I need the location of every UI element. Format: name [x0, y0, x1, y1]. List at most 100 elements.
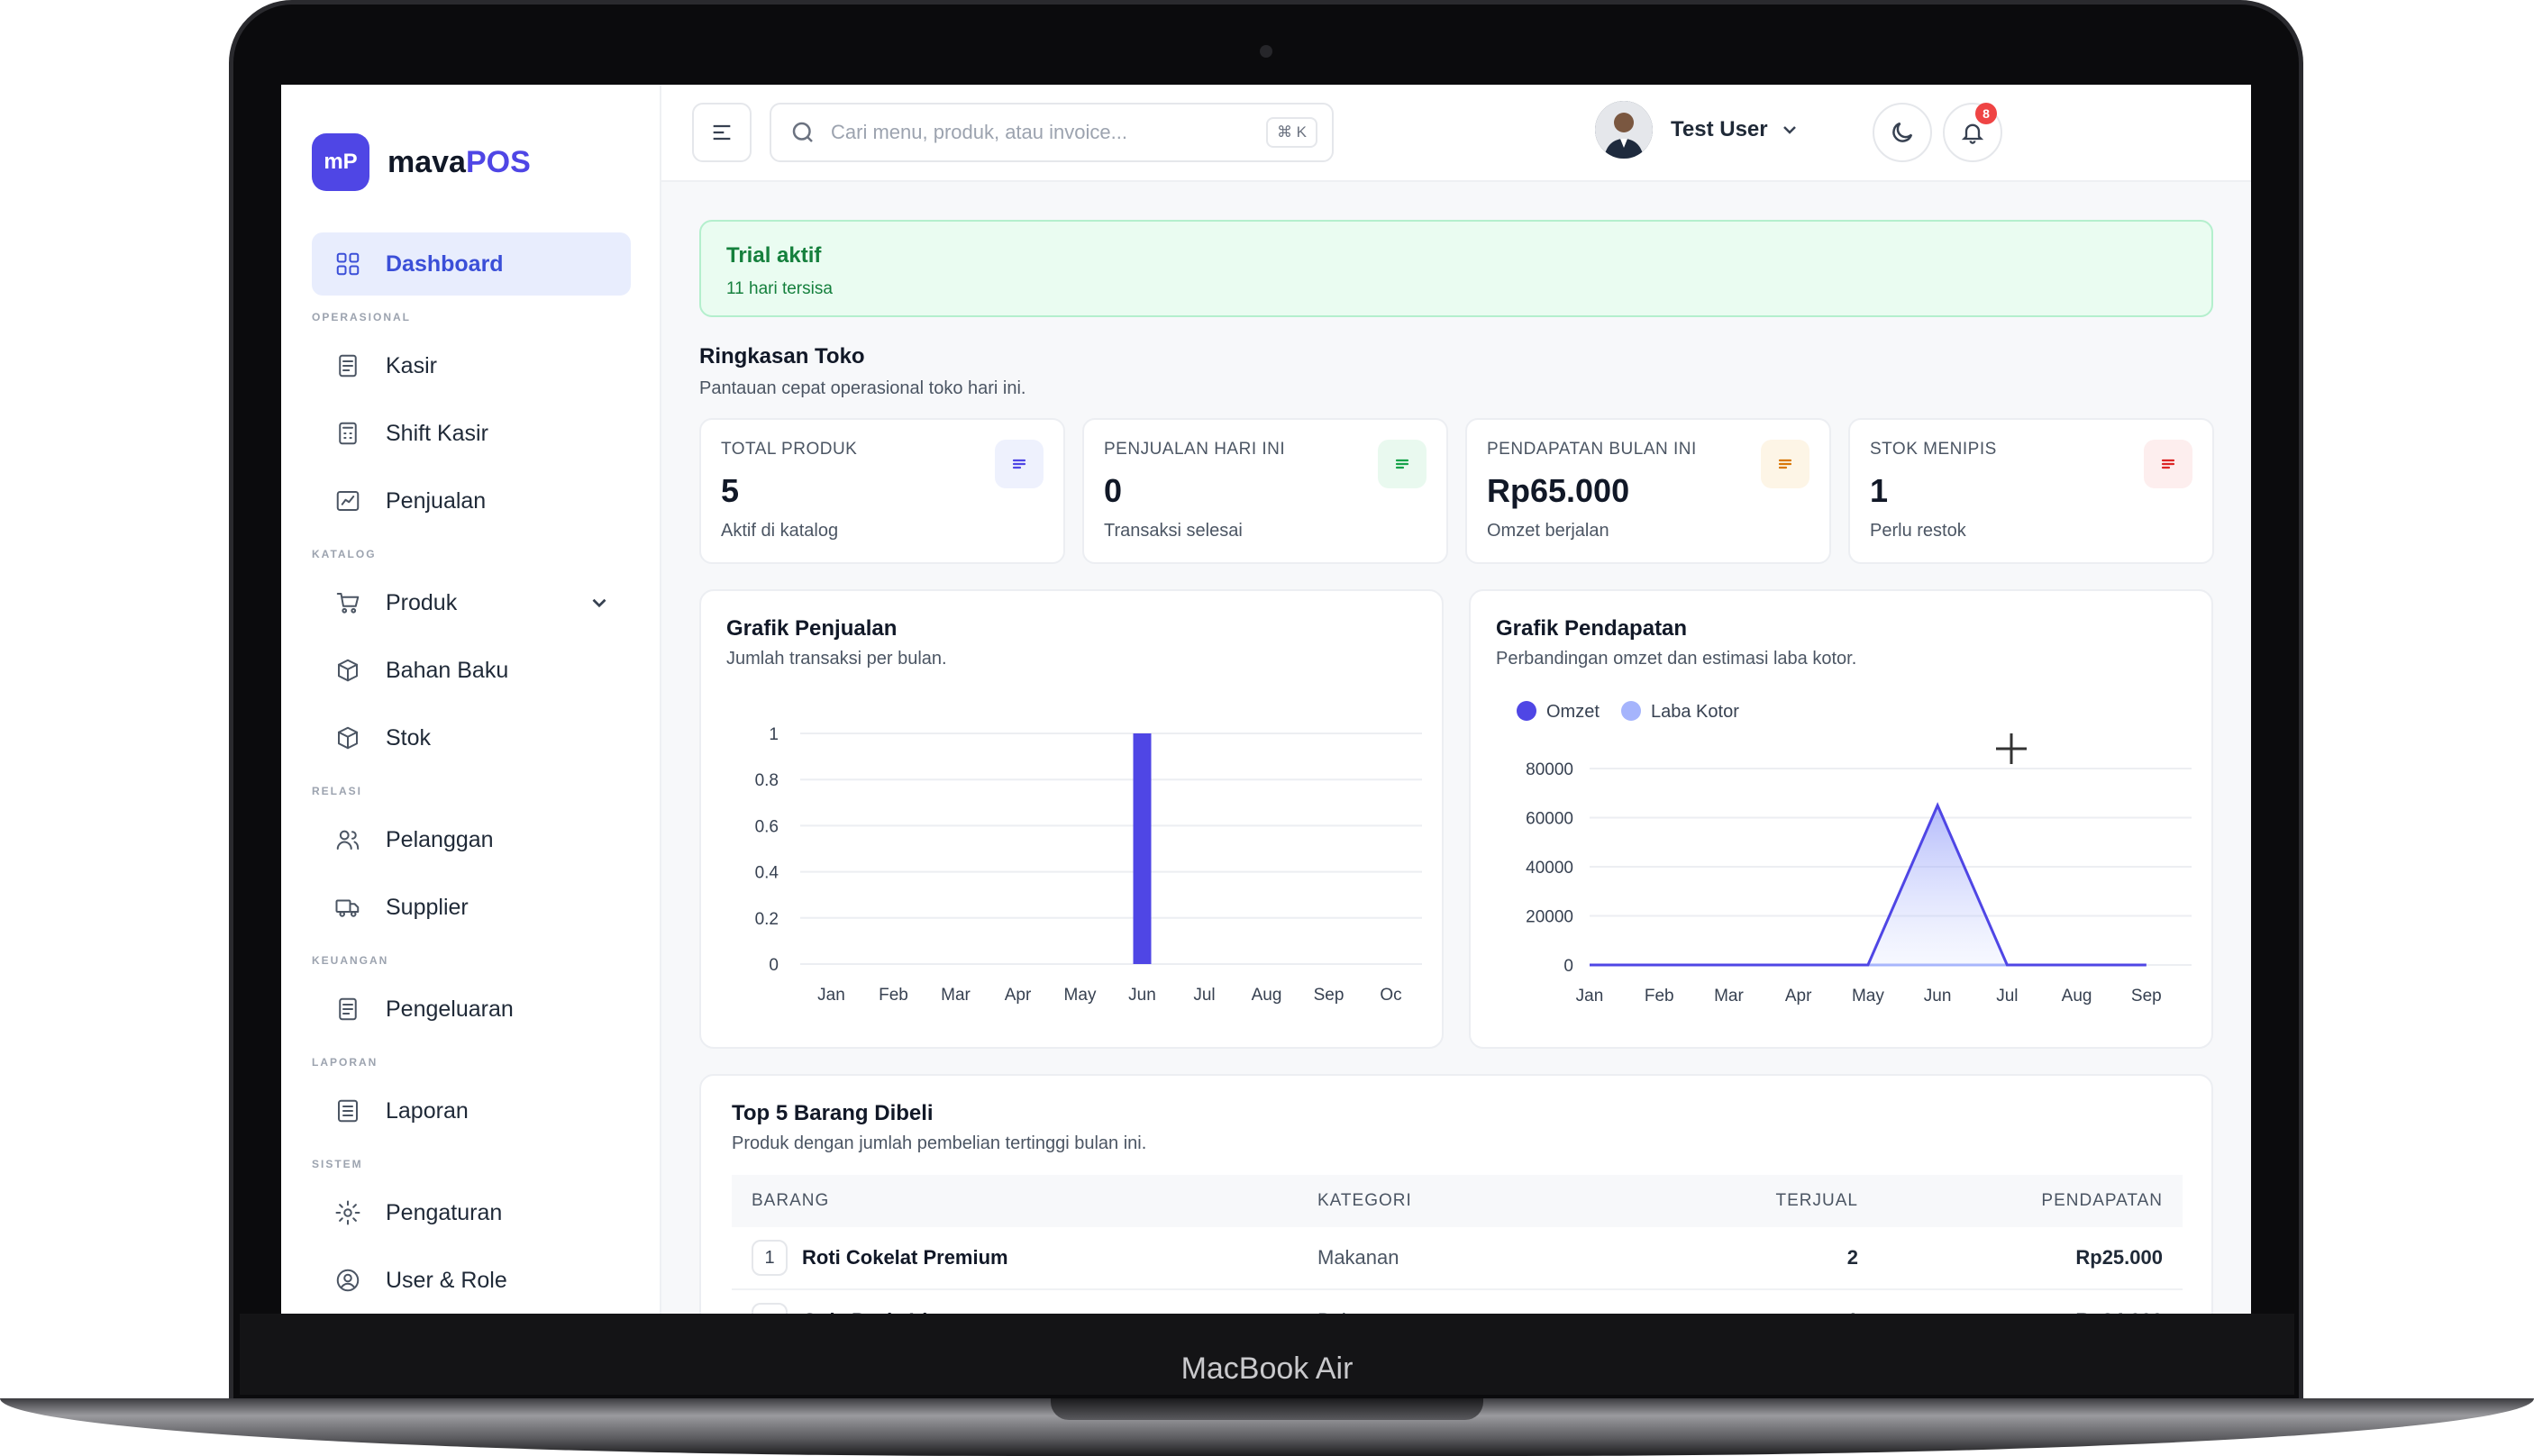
sidebar-item-pelanggan[interactable]: Pelanggan: [312, 808, 631, 871]
sales-chart: 0 0.2 0.4 0.6 0.8 1 Jan Feb Mar Apr May Jun Jul Aug Se…: [755, 725, 1422, 1005]
trial-title: Trial aktif: [726, 243, 822, 268]
nav-section-sistem: SISTEM: [312, 1158, 363, 1170]
dashboard-main: Trial aktif 11 hari tersisa Ringkasan To…: [661, 182, 2251, 1314]
notification-badge: 8: [1975, 103, 1997, 124]
sidebar-item-label: Stok: [386, 724, 432, 751]
nav-section-relasi: RELASI: [312, 785, 363, 797]
sidebar-nav: Dashboard OPERASIONAL Kasir Shift Kasir Penj…: [312, 232, 631, 1314]
sidebar-item-label: Laporan: [386, 1097, 469, 1124]
y-tick-label: 20000: [1526, 908, 1573, 927]
y-tick-label: 0.6: [755, 817, 779, 836]
chevron-down-icon[interactable]: [588, 591, 611, 614]
table-body: 1 Roti Cokelat Premium Makanan 2 Rp25.000 2 Gu…: [732, 1227, 2183, 1314]
item-cell: 1 Roti Cokelat Premium: [732, 1240, 1317, 1276]
top-items-title: Top 5 Barang Dibeli: [732, 1101, 934, 1125]
top-items-subtitle: Produk dengan jumlah pembelian tertinggi…: [732, 1133, 1147, 1153]
x-tick-label: Oc: [1380, 986, 1401, 1005]
item-revenue: Rp24.000: [1858, 1309, 2183, 1314]
revenue-chart-panel: Grafik Pendapatan Perbandingan omzet dan…: [1469, 589, 2213, 1049]
users-icon: [333, 825, 362, 854]
x-tick-label: Jan: [817, 986, 845, 1005]
stat-card-pendapatan-bulan-ini: PENDAPATAN BULAN INI Rp65.000 Omzet berjal…: [1465, 418, 1831, 564]
menu-toggle-button[interactable]: [692, 103, 752, 162]
x-tick-label: Sep: [2131, 987, 2162, 1006]
sidebar: mP mavaPOS Dashboard OPERASIONAL Kasir Shif…: [281, 85, 661, 1314]
x-tick-label: Feb: [879, 986, 908, 1005]
x-tick-label: Aug: [1252, 986, 1282, 1005]
legend-label: Omzet: [1546, 702, 1600, 722]
sidebar-item-label: Shift Kasir: [386, 420, 488, 446]
search-placeholder: Cari menu, produk, atau invoice...: [831, 121, 1127, 143]
sidebar-item-kasir[interactable]: Kasir: [312, 334, 631, 397]
table-row[interactable]: 1 Roti Cokelat Premium Makanan 2 Rp25.000: [732, 1227, 2183, 1290]
gear-icon: [333, 1198, 362, 1227]
list-icon: [1761, 440, 1809, 488]
x-tick-label: May: [1064, 986, 1097, 1005]
legend-dot: [1621, 701, 1641, 721]
item-cell: 2 Gula Pasir 1 kg: [732, 1303, 1317, 1314]
x-tick-label: May: [1852, 987, 1884, 1006]
avatar: [1595, 101, 1653, 159]
sidebar-item-label: Pengaturan: [386, 1199, 503, 1225]
sidebar-item-supplier[interactable]: Supplier: [312, 876, 631, 939]
logo-mark: mP: [312, 133, 369, 191]
item-revenue: Rp25.000: [2075, 1246, 2163, 1269]
topbar: Cari menu, produk, atau invoice... ⌘ K 8…: [661, 85, 2251, 182]
sidebar-item-dashboard[interactable]: Dashboard: [312, 232, 631, 296]
moon-icon: [1892, 122, 1913, 142]
bar[interactable]: [1133, 733, 1152, 964]
theme-toggle-button[interactable]: [1873, 103, 1932, 162]
sidebar-item-pengaturan[interactable]: Pengaturan: [312, 1181, 631, 1244]
sidebar-item-label: Pengeluaran: [386, 996, 514, 1022]
sidebar-item-stok[interactable]: Stok: [312, 706, 631, 769]
truck-icon: [333, 893, 362, 922]
table-row[interactable]: 2 Gula Pasir 1 kg Bahan1Rp24.000: [732, 1290, 2183, 1314]
x-tick-label: Aug: [2062, 987, 2092, 1006]
user-menu[interactable]: Test User: [1595, 101, 1800, 159]
sidebar-item-penjualan[interactable]: Penjualan: [312, 469, 631, 532]
trial-banner: Trial aktif 11 hari tersisa: [699, 220, 2213, 317]
rank-badge: 1: [752, 1240, 788, 1276]
x-tick-label: Sep: [1314, 986, 1344, 1005]
top-items-panel: Top 5 Barang Dibeli Produk dengan jumlah…: [699, 1074, 2213, 1314]
x-tick-label: Mar: [1714, 987, 1744, 1006]
header-terjual: TERJUAL: [1775, 1191, 1858, 1210]
trial-subtitle: 11 hari tersisa: [726, 279, 833, 298]
sidebar-item-label: Bahan Baku: [386, 657, 509, 683]
sidebar-item-produk[interactable]: Produk: [312, 571, 631, 634]
rank-badge: 2: [752, 1303, 788, 1314]
nav-section-laporan: LAPORAN: [312, 1056, 378, 1069]
x-tick-label: Jun: [1128, 986, 1156, 1005]
nav-section-katalog: KATALOG: [312, 548, 377, 560]
device-brand-label: MacBook Air: [1180, 1351, 1354, 1386]
sidebar-item-bahan-baku[interactable]: Bahan Baku: [312, 639, 631, 702]
list-icon: [2144, 440, 2192, 488]
search-bar[interactable]: Cari menu, produk, atau invoice... ⌘ K: [770, 103, 1334, 162]
sidebar-item-shift-kasir[interactable]: Shift Kasir: [312, 402, 631, 465]
x-tick-label: Jan: [1576, 987, 1604, 1006]
stat-card-stok-menipis: STOK MENIPIS 1 Perlu restok: [1848, 418, 2214, 564]
item-name: Roti Cokelat Premium: [802, 1246, 1008, 1269]
sidebar-item-laporan[interactable]: Laporan: [312, 1079, 631, 1142]
y-tick-label: 40000: [1526, 859, 1573, 878]
y-tick-label: 0.2: [755, 910, 779, 929]
header-kategori: KATEGORI: [1317, 1191, 1412, 1210]
sidebar-item-user-role[interactable]: User & Role: [312, 1249, 631, 1312]
sidebar-item-label: User & Role: [386, 1267, 507, 1293]
sidebar-item-label: Pelanggan: [386, 826, 494, 852]
item-sold: 2: [1846, 1246, 1858, 1269]
app-logo[interactable]: mP mavaPOS: [312, 133, 531, 191]
x-tick-label: Mar: [941, 986, 971, 1005]
app-screen: mP mavaPOS Dashboard OPERASIONAL Kasir Shif…: [281, 85, 2251, 1314]
top-items-table: BARANG KATEGORI TERJUAL PENDAPATAN 1 Roti…: [732, 1175, 2183, 1314]
header-pendapatan: PENDAPATAN: [2041, 1191, 2163, 1210]
sidebar-item-label: Dashboard: [386, 250, 504, 277]
notification-button[interactable]: 8: [1943, 103, 2002, 162]
cart-icon: [333, 588, 362, 617]
series-line-omzet[interactable]: [1590, 802, 2147, 967]
item-category: Bahan: [1317, 1309, 1678, 1314]
sidebar-item-pengeluaran[interactable]: Pengeluaran: [312, 978, 631, 1041]
box-icon: [333, 723, 362, 752]
sidebar-item-label: Penjualan: [386, 487, 487, 514]
revenue-chart: Omzet Laba Kotor 0 20000 40000 60000 80000 Jan F…: [1517, 701, 2192, 1006]
